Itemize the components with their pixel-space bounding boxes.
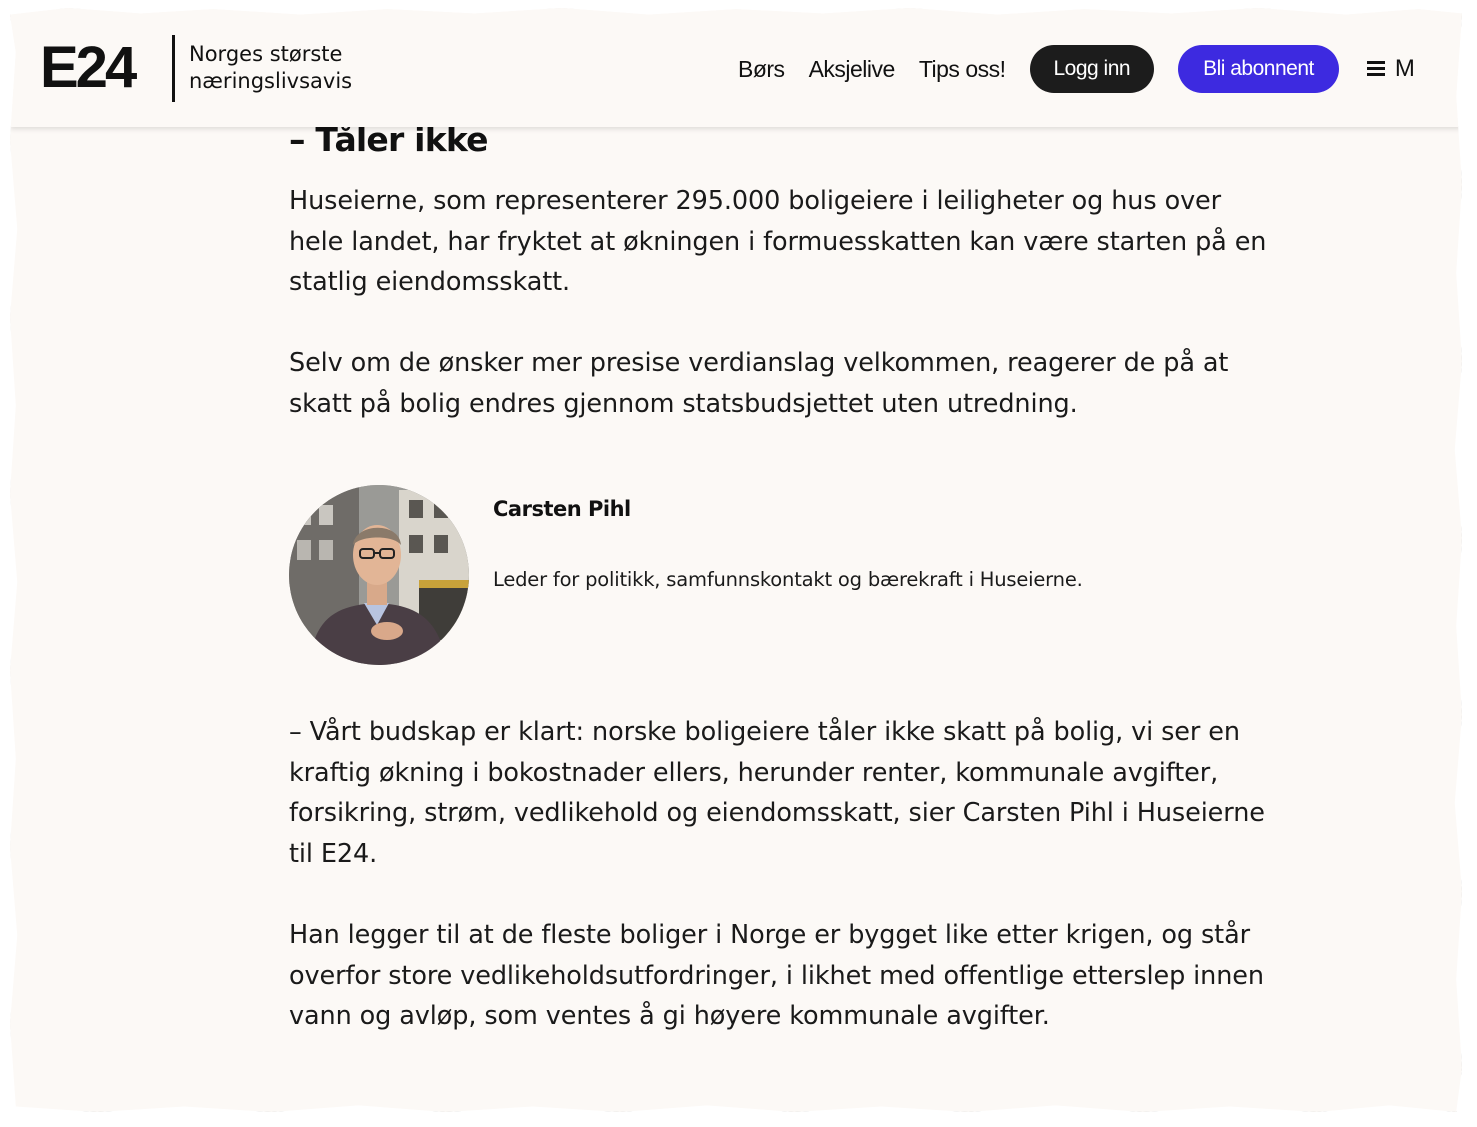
menu-label: M: [1394, 55, 1415, 82]
article-paragraph: Han legger til at de fleste boliger i No…: [289, 920, 1264, 1031]
nav-link-aksjelive[interactable]: Aksjelive: [809, 56, 896, 83]
site-tagline: Norges største næringslivsavis: [189, 42, 353, 93]
nav-link-tips-oss[interactable]: Tips oss!: [919, 56, 1006, 83]
person-card: Carsten Pihl Leder for politikk, samfunn…: [289, 485, 1279, 665]
person-photo: [289, 485, 469, 665]
hamburger-menu-icon: [1366, 61, 1385, 77]
person-avatar: [289, 485, 469, 665]
main-nav: Børs Aksjelive Tips oss! Logg inn Bli ab…: [738, 45, 1415, 93]
subscribe-button[interactable]: Bli abonnent: [1178, 45, 1339, 93]
login-button[interactable]: Logg inn: [1029, 45, 1155, 93]
nav-link-bors[interactable]: Børs: [738, 56, 785, 83]
article-paragraph: Huseierne, som representerer 295.000 bol…: [289, 186, 1267, 297]
article-paragraph: Selv om de ønsker mer presise verdiansla…: [289, 348, 1229, 419]
person-role: Leder for politikk, samfunnskontakt og b…: [493, 568, 1083, 591]
site-header: E24 Norges største næringslivsavis Børs …: [10, 8, 1462, 127]
menu-button[interactable]: M: [1366, 55, 1415, 83]
logo-divider: [172, 35, 175, 102]
article-paragraph: – Vårt budskap er klart: norske boligeie…: [289, 717, 1265, 869]
person-name: Carsten Pihl: [493, 497, 631, 521]
page: E24 Norges største næringslivsavis Børs …: [10, 8, 1462, 1112]
e24-logo[interactable]: E24: [40, 38, 137, 98]
